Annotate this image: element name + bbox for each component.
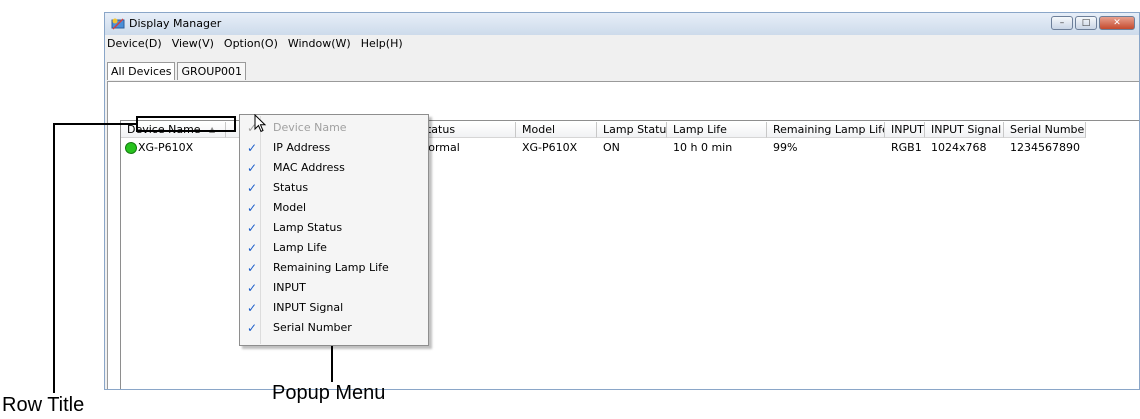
- menu-item-serial-number[interactable]: ✓ Serial Number: [241, 318, 427, 338]
- menu-item-label: Remaining Lamp Life: [273, 261, 389, 274]
- cell-serial-number: 1234567890: [1010, 141, 1080, 154]
- cell-device-name: XG-P610X: [121, 140, 226, 156]
- menu-item-label: Serial Number: [273, 321, 352, 334]
- column-header-input-signal[interactable]: INPUT Signal: [925, 122, 1004, 138]
- cell-model: XG-P610X: [522, 141, 578, 154]
- column-header-lamp-status[interactable]: Lamp Status: [597, 122, 667, 138]
- menu-item-input-signal[interactable]: ✓ INPUT Signal: [241, 298, 427, 318]
- checkmark-icon: ✓: [246, 161, 258, 175]
- row-title-callout: Row Title: [2, 394, 85, 416]
- cell-input: RGB1: [891, 141, 922, 154]
- menu-window[interactable]: Window(W): [286, 35, 355, 53]
- device-name-text: XG-P610X: [138, 141, 194, 154]
- menu-item-remaining-lamp-life[interactable]: ✓ Remaining Lamp Life: [241, 258, 427, 278]
- menu-item-ip-address[interactable]: ✓ IP Address: [241, 138, 427, 158]
- cell-input-signal: 1024x768: [931, 141, 987, 154]
- menu-item-label: INPUT: [273, 281, 306, 294]
- minimize-button[interactable]: –: [1051, 16, 1073, 30]
- window-title: Display Manager: [129, 17, 222, 30]
- menu-item-lamp-life[interactable]: ✓ Lamp Life: [241, 238, 427, 258]
- popup-menu-callout: Popup Menu: [272, 382, 386, 404]
- menu-item-status[interactable]: ✓ Status: [241, 178, 427, 198]
- cell-remaining-lamp-life: 99%: [773, 141, 798, 154]
- checkmark-icon: ✓: [246, 141, 258, 155]
- app-icon: [111, 18, 125, 30]
- checkmark-icon: ✓: [246, 201, 258, 215]
- column-header-input[interactable]: INPUT: [885, 122, 925, 138]
- menu-item-device-name: ✓ Device Name: [241, 118, 427, 138]
- checkmark-icon: ✓: [246, 281, 258, 295]
- tab-strip: All Devices GROUP001: [107, 62, 248, 80]
- status-indicator-icon: [125, 142, 137, 154]
- column-header-serial-number[interactable]: Serial Number: [1004, 122, 1086, 138]
- column-header-model[interactable]: Model: [516, 122, 597, 138]
- menu-item-label: MAC Address: [273, 161, 345, 174]
- menu-option[interactable]: Option(O): [222, 35, 282, 53]
- close-button[interactable]: ✕: [1099, 16, 1135, 30]
- column-header-lamp-life[interactable]: Lamp Life: [667, 122, 767, 138]
- popup-menu-callout-line: [331, 346, 333, 382]
- checkmark-icon: ✓: [246, 301, 258, 315]
- checkmark-icon: ✓: [246, 321, 258, 335]
- cell-status: Normal: [420, 141, 460, 154]
- menu-bar: Device(D) View(V) Option(O) Window(W) He…: [105, 35, 1139, 53]
- menu-item-label: Status: [273, 181, 309, 194]
- title-bar[interactable]: Display Manager – □ ✕: [105, 13, 1139, 35]
- menu-item-lamp-status[interactable]: ✓ Lamp Status: [241, 218, 427, 238]
- menu-item-label: IP Address: [273, 141, 331, 154]
- tab-all-devices[interactable]: All Devices: [107, 62, 176, 80]
- row-title-callout-line: [53, 123, 138, 125]
- menu-view[interactable]: View(V): [170, 35, 218, 53]
- maximize-button[interactable]: □: [1075, 16, 1097, 30]
- checkmark-icon: ✓: [246, 181, 258, 195]
- window-controls: – □ ✕: [1049, 16, 1135, 30]
- cell-lamp-status: ON: [603, 141, 620, 154]
- row-title-highlight: [136, 116, 236, 132]
- checkmark-icon: ✓: [246, 221, 258, 235]
- menu-device[interactable]: Device(D): [105, 35, 166, 53]
- checkmark-icon: ✓: [246, 261, 258, 275]
- mouse-pointer-icon: [254, 114, 267, 133]
- menu-item-label: Model: [273, 201, 307, 214]
- menu-item-label: Lamp Life: [273, 241, 327, 254]
- column-popup-menu: ✓ Device Name ✓ IP Address ✓ MAC Address…: [239, 114, 429, 346]
- cell-lamp-life: 10 h 0 min: [673, 141, 733, 154]
- row-title-callout-line-vertical: [53, 123, 55, 393]
- menu-item-input[interactable]: ✓ INPUT: [241, 278, 427, 298]
- menu-item-label: Lamp Status: [273, 221, 343, 234]
- menu-item-label: Device Name: [273, 121, 347, 134]
- column-header-status[interactable]: Status: [414, 122, 516, 138]
- menu-item-label: INPUT Signal: [273, 301, 344, 314]
- checkmark-icon: ✓: [246, 241, 258, 255]
- tab-group001[interactable]: GROUP001: [177, 62, 246, 80]
- menu-help[interactable]: Help(H): [359, 35, 407, 53]
- column-header-remaining-lamp-life[interactable]: Remaining Lamp Life: [767, 122, 885, 138]
- menu-item-model[interactable]: ✓ Model: [241, 198, 427, 218]
- menu-item-mac-address[interactable]: ✓ MAC Address: [241, 158, 427, 178]
